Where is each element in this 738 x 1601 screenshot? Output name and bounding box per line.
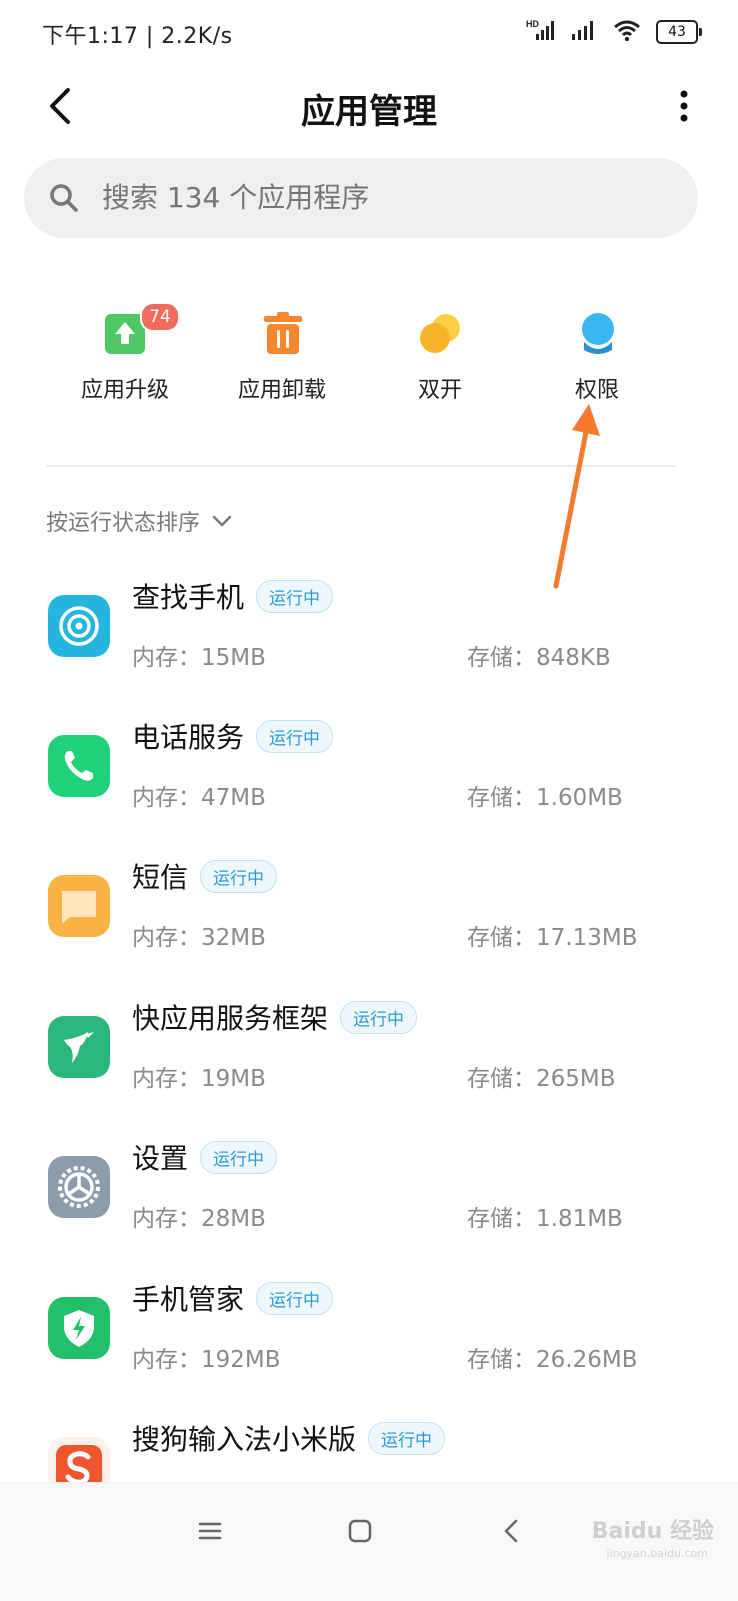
watermark-text: Baidu 经验 [591,1519,714,1544]
permission-icon [582,313,614,354]
running-badge: 运行中 [200,1140,278,1174]
list-item[interactable]: 电话服务 运行中 内存：47MB 存储：1.60MB [0,700,738,840]
trash-icon [264,312,302,354]
app-name-row: 搜狗输入法小米版 运行中 [132,1418,446,1458]
app-name: 手机管家 [132,1283,245,1316]
signal-icon [570,18,598,46]
quick-action-permission[interactable]: 权限 [517,300,677,410]
network-type-label: HD [526,19,539,29]
search-input[interactable] [102,158,662,238]
app-memory: 内存：192MB [132,1347,281,1373]
find-phone-icon [48,595,110,657]
sort-label: 按运行状态排序 [46,511,201,536]
app-name-row: 快应用服务框架 运行中 [132,997,418,1037]
more-vertical-icon [680,90,688,122]
app-name-row: 短信 运行中 [132,856,278,896]
list-item[interactable]: 搜狗输入法小米版 运行中 [0,1402,738,1482]
wifi-icon [612,18,642,46]
quick-action-upgrade[interactable]: 74 应用升级 [45,300,205,410]
app-memory: 内存：32MB [132,925,266,951]
app-name: 设置 [132,1142,189,1175]
app-name-row: 电话服务 运行中 [132,716,334,756]
app-name: 快应用服务框架 [132,1002,329,1035]
more-options-button[interactable] [674,86,694,126]
search-bar[interactable] [24,158,698,238]
app-storage: 存储：848KB [467,645,611,671]
app-memory: 内存：19MB [132,1066,266,1092]
sogou-icon [48,1437,110,1482]
running-badge: 运行中 [200,859,278,893]
back-nav-icon[interactable] [492,1511,532,1551]
dual-app-icon [420,314,460,353]
app-storage: 存储：1.60MB [467,785,623,811]
menu-icon[interactable] [190,1511,230,1551]
status-icons: HD 43 [526,18,702,46]
system-nav-bar: Baidu 经验 jingyan.baidu.com [0,1482,738,1601]
status-time-speed: 下午1:17 | 2.2K/s [42,24,233,49]
sort-selector[interactable]: 按运行状态排序 [46,505,232,537]
section-divider [46,465,676,467]
app-name-row: 设置 运行中 [132,1137,278,1177]
upgrade-count-badge: 74 [140,302,180,332]
app-storage: 存储：17.13MB [467,925,638,951]
quick-action-label: 权限 [574,378,619,403]
quick-action-label: 应用卸载 [237,378,326,403]
chevron-down-icon [212,515,232,527]
security-icon [48,1297,110,1359]
page-title: 应用管理 [301,92,437,132]
app-memory: 内存：47MB [132,785,266,811]
app-memory: 内存：28MB [132,1206,266,1232]
phone-icon [48,735,110,797]
status-bar: 下午1:17 | 2.2K/s HD 43 [0,0,738,64]
running-badge: 运行中 [256,1281,334,1315]
app-name: 查找手机 [132,581,245,614]
app-storage: 存储：265MB [467,1066,616,1092]
search-icon [50,184,78,212]
app-name: 短信 [132,861,189,894]
home-icon[interactable] [340,1511,380,1551]
signal-hd-icon: HD [526,18,556,46]
app-name: 搜狗输入法小米版 [132,1423,357,1456]
battery-icon: 43 [656,20,702,44]
list-item[interactable]: 短信 运行中 内存：32MB 存储：17.13MB [0,840,738,980]
quick-action-label: 双开 [417,378,462,403]
app-storage: 存储：1.81MB [467,1206,623,1232]
running-badge: 运行中 [368,1421,446,1455]
quick-action-dual-app[interactable]: 双开 [360,300,520,410]
message-icon [48,875,110,937]
quick-action-label: 应用升级 [80,378,169,403]
header: 应用管理 [0,64,738,150]
app-name-row: 手机管家 运行中 [132,1278,334,1318]
running-badge: 运行中 [256,719,334,753]
settings-icon [48,1156,110,1218]
app-name: 电话服务 [132,721,245,754]
quick-action-uninstall[interactable]: 应用卸载 [202,300,362,410]
list-item[interactable]: 快应用服务框架 运行中 内存：19MB 存储：265MB [0,981,738,1121]
list-item[interactable]: 查找手机 运行中 内存：15MB 存储：848KB [0,560,738,700]
running-badge: 运行中 [340,1000,418,1034]
app-memory: 内存：15MB [132,645,266,671]
quick-app-icon [48,1016,110,1078]
running-badge: 运行中 [256,579,334,613]
list-item[interactable]: 设置 运行中 内存：28MB 存储：1.81MB [0,1121,738,1261]
watermark-url: jingyan.baidu.com [606,1547,708,1560]
app-storage: 存储：26.26MB [467,1347,638,1373]
list-item[interactable]: 手机管家 运行中 内存：192MB 存储：26.26MB [0,1262,738,1402]
app-name-row: 查找手机 运行中 [132,576,334,616]
